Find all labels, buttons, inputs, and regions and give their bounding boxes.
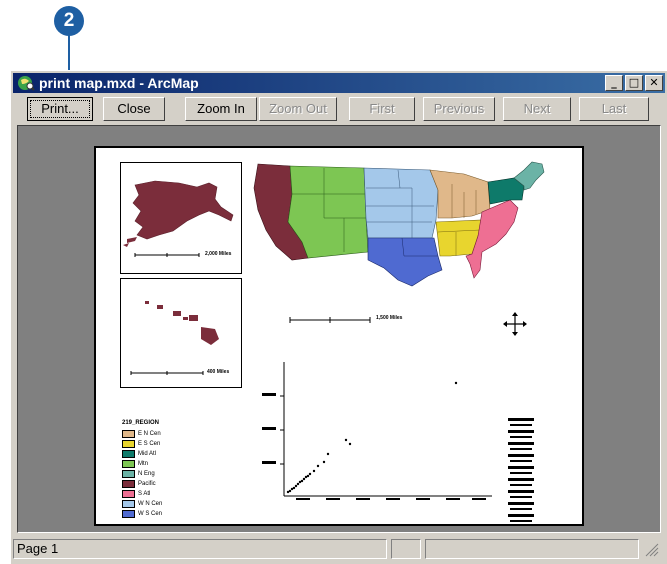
last-page-button[interactable]: Last	[579, 97, 649, 121]
alaska-inset-frame: 2,000 Miles	[120, 162, 242, 274]
legend-label: W S Cen	[138, 511, 163, 517]
status-bar: Page 1	[13, 537, 663, 561]
legend-label: E N Cen	[138, 431, 161, 437]
us-regions-map	[253, 161, 545, 287]
legend-label: E S Cen	[138, 441, 161, 447]
scatter-points	[286, 381, 458, 494]
legend-swatch	[122, 430, 135, 438]
hawaii-inset-frame: 400 Miles	[120, 278, 242, 388]
legend-label: W N Cen	[138, 501, 163, 507]
legend-label: S Atl	[138, 491, 151, 497]
status-pane-2	[391, 539, 421, 559]
legend-swatch	[122, 460, 135, 468]
legend-item: N Eng	[122, 470, 155, 478]
legend-item: E N Cen	[122, 430, 161, 438]
legend-swatch	[122, 490, 135, 498]
resize-grip-icon[interactable]	[645, 543, 659, 562]
preview-area[interactable]: 2,000 Miles 400 Miles 1,500 Miles 219_RE…	[17, 125, 661, 533]
legend-title: 219_REGION	[122, 420, 160, 426]
title-bar[interactable]: print map.mxd - ArcMap _ □ ✕	[13, 73, 665, 93]
arcmap-globe-icon	[17, 75, 35, 96]
scatter-chart	[262, 362, 492, 500]
legend-swatch	[122, 450, 135, 458]
arcmap-window: print map.mxd - ArcMap _ □ ✕ Print... Cl…	[10, 70, 667, 564]
zoom-in-button[interactable]: Zoom In	[185, 97, 257, 121]
legend-label: Mtn	[138, 461, 149, 467]
next-page-button[interactable]: Next	[503, 97, 571, 121]
maximize-button[interactable]: □	[625, 75, 643, 91]
legend-label: Pacific	[138, 481, 156, 487]
alaska-scale-label: 2,000 Miles	[205, 251, 232, 257]
close-button[interactable]: Close	[103, 97, 165, 121]
legend-swatch	[122, 480, 135, 488]
legend-label: Mid Atl	[138, 451, 157, 457]
minimize-button[interactable]: _	[605, 75, 623, 91]
legend-swatch	[122, 510, 135, 518]
hawaii-scale-label: 400 Miles	[207, 369, 230, 375]
zoom-out-button[interactable]: Zoom Out	[259, 97, 337, 121]
main-scale-bar	[289, 317, 371, 323]
print-preview-toolbar: Print... Close Zoom In Zoom Out First Pr…	[17, 97, 657, 123]
print-button[interactable]: Print...	[27, 97, 93, 121]
legend-item: E S Cen	[122, 440, 160, 448]
legend-item: Mid Atl	[122, 450, 156, 458]
legend-swatch	[122, 470, 135, 478]
legend-item: S Atl	[122, 490, 150, 498]
first-page-button[interactable]: First	[349, 97, 415, 121]
layout-page: 2,000 Miles 400 Miles 1,500 Miles 219_RE…	[94, 146, 584, 526]
legend-item: W S Cen	[122, 510, 162, 518]
legend-swatch	[122, 500, 135, 508]
callout-number: 2	[54, 6, 84, 36]
previous-page-button[interactable]: Previous	[423, 97, 495, 121]
status-pane-3	[425, 539, 639, 559]
legend-item: W N Cen	[122, 500, 162, 508]
window-title: print map.mxd - ArcMap	[39, 75, 199, 91]
legend-swatch	[122, 440, 135, 448]
status-page-label: Page 1	[13, 539, 387, 559]
move-cursor-icon	[503, 312, 527, 336]
legend-item: Pacific	[122, 480, 156, 488]
attribute-table	[508, 418, 534, 522]
main-scale-label: 1,500 Miles	[376, 315, 403, 321]
close-window-button[interactable]: ✕	[645, 75, 663, 91]
legend-item: Mtn	[122, 460, 148, 468]
legend-label: N Eng	[138, 471, 155, 477]
